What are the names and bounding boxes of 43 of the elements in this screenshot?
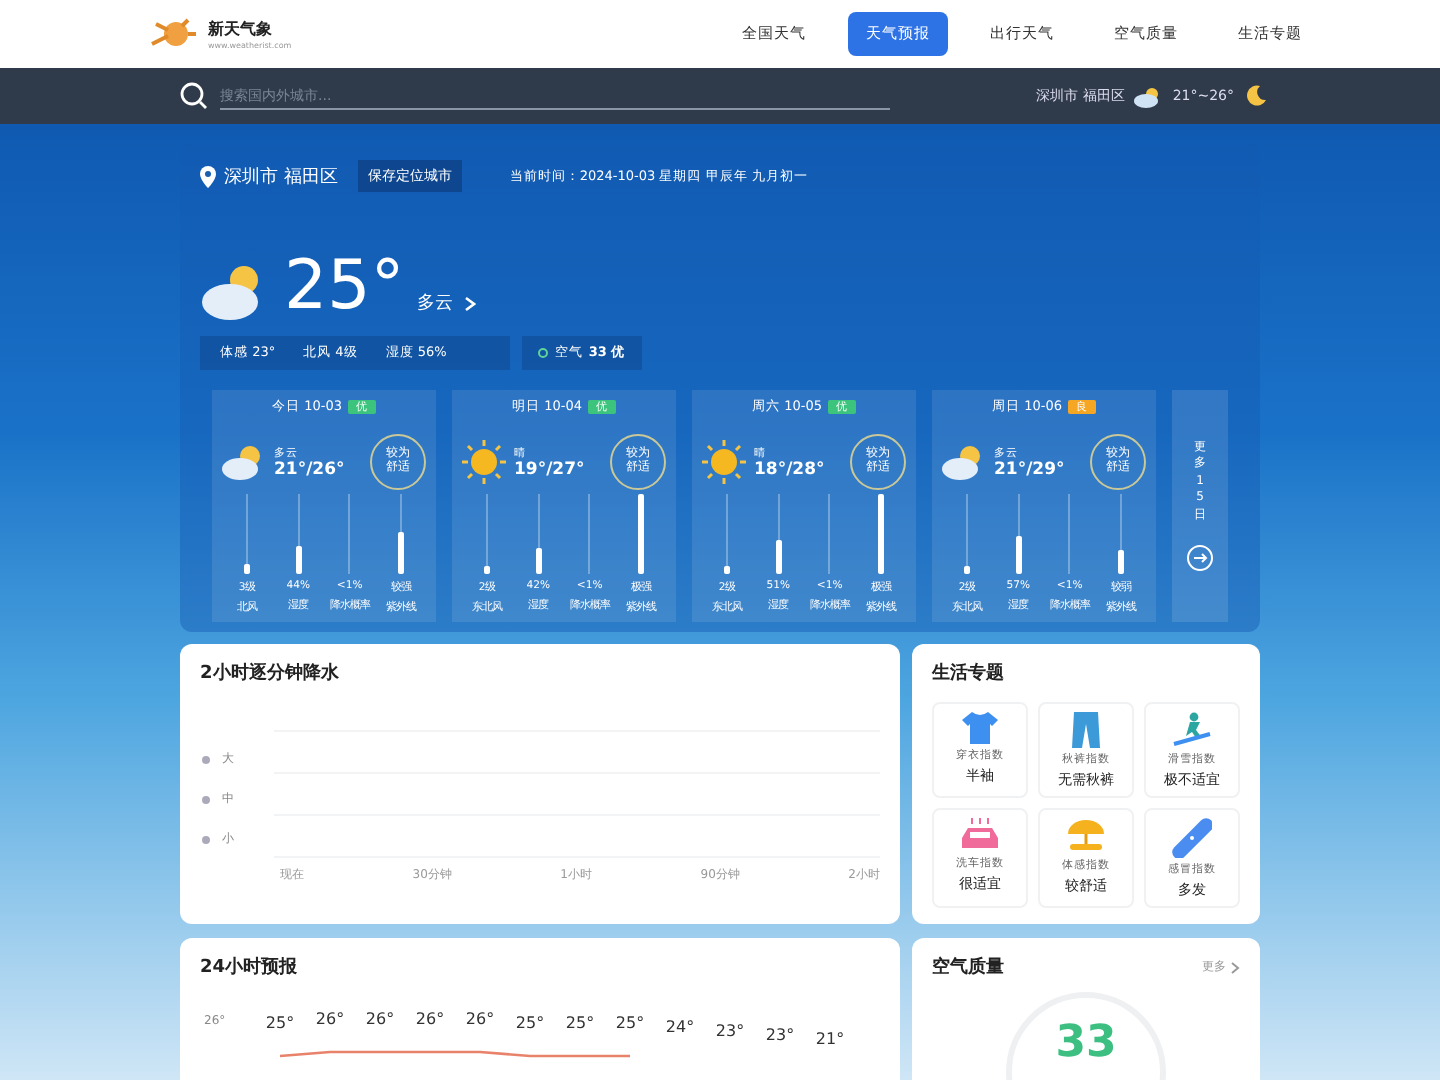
temperature-label: 26° (415, 1010, 445, 1028)
temperature-label: 25° (515, 1014, 545, 1032)
logo-icon (148, 16, 200, 52)
snowboarder-icon (1172, 712, 1212, 748)
sun-icon (702, 440, 746, 484)
day-temperature: 18°/28° (754, 459, 827, 479)
card-title: 24小时预报 (200, 954, 300, 980)
car-icon (960, 818, 1000, 852)
day-temperature: 21°/29° (994, 459, 1067, 479)
card-title: 生活专题 (932, 660, 1006, 686)
aqi-value: 33 (1055, 1018, 1117, 1072)
partly-cloudy-icon (222, 444, 266, 480)
temperature-label: 26° (315, 1010, 345, 1028)
temperature-label: 26° (365, 1010, 395, 1028)
search-icon (180, 82, 208, 110)
shirt-icon (962, 712, 998, 744)
temperature-label: 23° (765, 1026, 795, 1044)
beach-umbrella-icon (1066, 818, 1106, 854)
temperature-label: 25° (265, 1014, 295, 1032)
sun-icon (462, 440, 506, 484)
partly-cloudy-icon (942, 444, 986, 480)
temperature-label: 21° (815, 1030, 845, 1048)
arrow-right-icon (1186, 543, 1214, 572)
condition-link[interactable]: 多云 (416, 290, 453, 316)
day-temperature: 19°/27° (514, 459, 587, 479)
pants-icon (1072, 712, 1100, 748)
chevron-right-icon (1230, 961, 1240, 973)
current-temperature: 25° (284, 252, 405, 320)
card-title: 空气质量 (932, 954, 1004, 980)
city-name: 深圳市 福田区 (224, 165, 338, 189)
day-temperature: 21°/26° (274, 459, 347, 479)
chevron-right-icon[interactable] (464, 296, 477, 312)
moon-icon (1244, 84, 1268, 108)
temperature-label: 25° (565, 1014, 595, 1032)
temperature-label: 24° (665, 1018, 695, 1036)
location-pin-icon (200, 165, 216, 187)
temperature-label: 26° (465, 1010, 495, 1028)
status-dot-icon (538, 348, 549, 358)
temperature-label: 25° (615, 1014, 645, 1032)
card-title: 2小时逐分钟降水 (200, 660, 341, 686)
temperature-label: 23° (715, 1022, 745, 1040)
cloud-icon (1134, 85, 1163, 107)
site-title: 新天气象 (208, 18, 274, 40)
